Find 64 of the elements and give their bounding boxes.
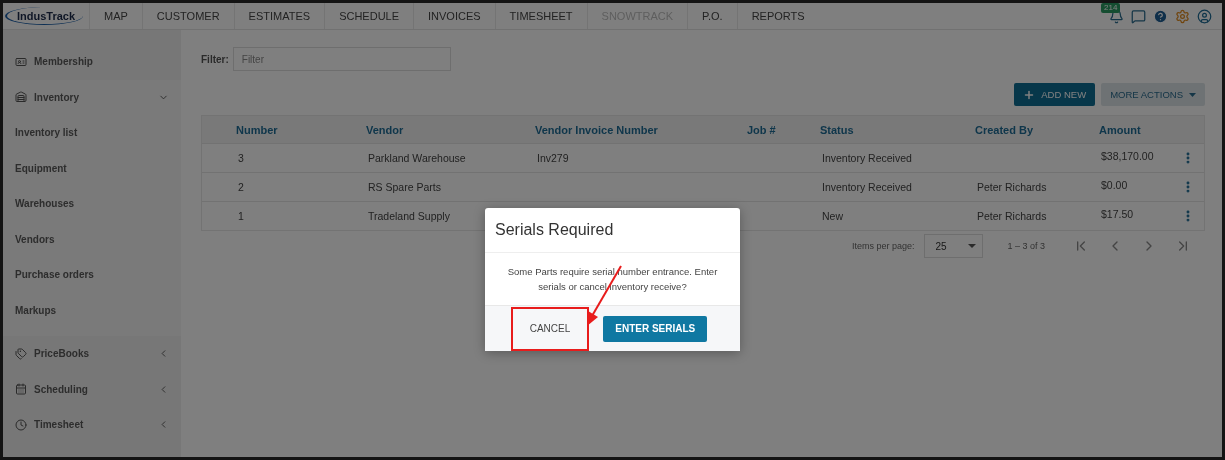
nav-item[interactable]: REPORTS — [736, 3, 819, 29]
help-icon[interactable] — [1153, 8, 1168, 24]
sidebar-subitem[interactable]: Equipment — [3, 150, 181, 186]
table-cell-text: 2 — [237, 181, 245, 193]
sidebar-subitem[interactable]: Vendors — [3, 221, 181, 257]
column-header[interactable]: Number — [202, 123, 332, 136]
table-cell-text: Peter Richards — [976, 181, 1048, 193]
sidebar-item[interactable]: Scheduling — [3, 371, 181, 407]
clock-icon — [15, 418, 27, 431]
table-cell-text: $17.50 — [1100, 207, 1135, 220]
items-per-page-select[interactable]: 25 — [924, 234, 984, 258]
menu-button[interactable]: MORE ACTIONS — [1101, 83, 1205, 106]
table-cell-text: Inv279 — [536, 152, 570, 164]
notification-badge: 214 — [1101, 3, 1121, 13]
table-cell-text: 3 — [237, 152, 245, 164]
filter-field[interactable]: Filter — [232, 47, 451, 71]
nav-item[interactable]: CUSTOMER — [141, 3, 234, 29]
table-cell-text: $38,170.00 — [1100, 149, 1155, 162]
dialog-title: Serials Required — [485, 208, 740, 253]
column-header[interactable]: Created By — [941, 123, 1065, 136]
table-cell-text: Inventory Received — [821, 181, 913, 193]
caret-icon — [1189, 92, 1196, 97]
plus-icon — [1023, 88, 1036, 101]
add-button[interactable]: ADD NEW — [1014, 83, 1096, 106]
filter-label: Filter: — [201, 53, 229, 65]
column-header[interactable]: Vendor — [332, 123, 501, 136]
table-cell-text: Peter Richards — [976, 210, 1048, 222]
column-header[interactable]: Status — [786, 123, 941, 136]
caret-icon — [968, 244, 977, 248]
sidebar-item[interactable]: PriceBooks — [3, 336, 181, 372]
column-header[interactable]: Job # — [713, 123, 786, 136]
sidebar-item[interactable]: Timesheet — [3, 407, 181, 443]
column-header[interactable]: Amount — [1065, 123, 1171, 136]
sidebar-item[interactable]: Inventory — [3, 79, 181, 115]
logo[interactable]: IndusTrack — [5, 7, 83, 25]
nav-item[interactable]: INVOICES — [413, 3, 495, 29]
column-header[interactable]: Vendor Invoice Number — [501, 123, 713, 136]
table-cell-text: 1 — [237, 210, 245, 222]
table-cell-text: New — [821, 210, 844, 222]
enter-serials-button[interactable]: ENTER SERIALS — [603, 315, 708, 342]
sidebar-item[interactable]: Membership — [3, 44, 181, 80]
table-cell-text: Inventory Received — [821, 152, 913, 164]
items-per-page-label: Items per page: — [851, 241, 915, 251]
settings-icon[interactable] — [1175, 8, 1190, 24]
sidebar-subitem[interactable]: Warehouses — [3, 186, 181, 222]
table-cell-text: Parkland Warehouse — [367, 152, 467, 164]
sidebar-subitem[interactable]: Inventory list — [3, 115, 181, 151]
table-cell-text: RS Spare Parts — [367, 181, 442, 193]
table-cell-text: Tradeland Supply — [367, 210, 451, 222]
sidebar-subitem[interactable]: Purchase orders — [3, 257, 181, 293]
nav-item[interactable]: MAP — [89, 3, 142, 29]
page-range: 1 – 3 of 3 — [1007, 241, 1045, 251]
chat-icon[interactable] — [1131, 8, 1146, 24]
table-cell-text: $0.00 — [1100, 178, 1129, 191]
nav-item[interactable]: SCHEDULE — [324, 3, 414, 29]
tags-icon — [15, 347, 27, 360]
sidebar-subitem[interactable]: Markups — [3, 292, 181, 328]
nav-item[interactable]: P.O. — [687, 3, 737, 29]
id-card-icon — [15, 55, 27, 68]
warehouse-icon — [15, 91, 27, 104]
user-icon[interactable] — [1197, 8, 1212, 24]
calendar-icon — [15, 383, 27, 396]
nav-item[interactable]: TIMESHEET — [494, 3, 587, 29]
nav-item[interactable]: ESTIMATES — [233, 3, 325, 29]
